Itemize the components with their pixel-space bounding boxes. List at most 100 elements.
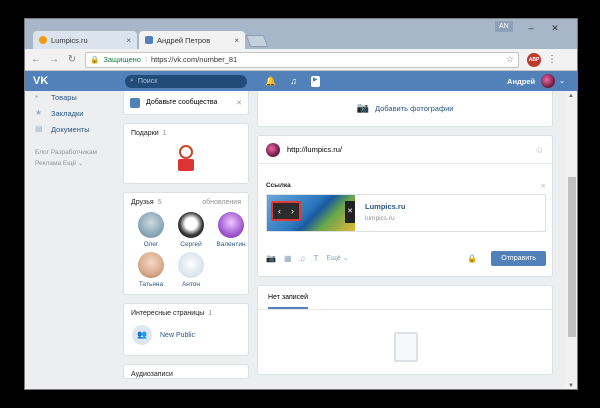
friend-item[interactable]: Валентин: [212, 212, 250, 248]
music-icon[interactable]: ♫: [290, 76, 297, 87]
reload-icon[interactable]: ↻: [65, 54, 79, 65]
url-text: https://vk.com/number_81: [150, 55, 238, 64]
wall-posts-card: Нет записей: [257, 285, 553, 375]
close-icon[interactable]: ✕: [541, 182, 546, 190]
friends-title[interactable]: Друзья 5 обновления: [124, 193, 248, 206]
tab-strip: Lumpics.ru × Андрей Петров × AN – ✕: [25, 19, 577, 49]
secure-label: Защищено: [103, 55, 141, 64]
gifts-count: 1: [162, 130, 167, 137]
text-icon[interactable]: T: [314, 254, 319, 263]
forward-arrow-icon[interactable]: →: [47, 54, 61, 65]
post-text[interactable]: http://lumpics.ru/: [287, 145, 342, 154]
header-icons: 🔔 ♫ ▶: [265, 75, 320, 87]
back-arrow-icon[interactable]: ←: [29, 54, 43, 65]
vk-header: VK ⌕ Поиск 🔔 ♫ ▶ Андрей ⌄: [25, 71, 577, 91]
vk-favicon-icon: [145, 36, 153, 44]
remove-image-icon[interactable]: ✕: [345, 201, 355, 223]
add-photos-card[interactable]: 📷 Добавить фотографии: [257, 91, 553, 127]
wall-column: 📷 Добавить фотографии http://lumpics.ru/…: [257, 91, 553, 383]
smile-icon[interactable]: ☺: [535, 145, 544, 155]
tab-vk-profile[interactable]: Андрей Петров ×: [139, 31, 245, 49]
people-icon: 👥: [132, 325, 152, 345]
link-attachment: Ссылка ✕ ‹ › ✕ Lumpics.ru lumpics.ru: [266, 182, 546, 232]
video-icon[interactable]: ▦: [284, 254, 292, 263]
tab-label: Андрей Петров: [157, 35, 211, 45]
footer-link-row[interactable]: Реклама Ещё ⌄: [35, 158, 123, 169]
close-tab-icon[interactable]: ×: [234, 36, 239, 45]
link-site-title[interactable]: Lumpics.ru: [365, 202, 405, 211]
add-photos-label: Добавить фотографии: [374, 104, 454, 113]
friend-item[interactable]: Антон: [172, 252, 210, 288]
chevron-right-icon[interactable]: ›: [291, 206, 294, 216]
close-icon[interactable]: ✕: [236, 99, 242, 107]
gifts-title[interactable]: Подарки 1: [124, 124, 248, 137]
user-menu[interactable]: Андрей ⌄: [507, 74, 565, 88]
pages-count: 1: [208, 310, 213, 317]
pages-title[interactable]: Интересные страницы 1: [124, 304, 248, 317]
friends-title-text: Друзья: [131, 199, 154, 206]
url-input[interactable]: 🔒 Защищено | https://vk.com/number_81 ☆: [85, 51, 519, 68]
public-name: New Public: [160, 331, 196, 339]
browser-window: Lumpics.ru × Андрей Петров × AN – ✕ ← → …: [24, 18, 578, 390]
footer-link-row[interactable]: Блог Разработчикам: [35, 147, 123, 158]
friends-updates-link[interactable]: обновления: [202, 199, 241, 206]
lock-icon[interactable]: 🔒: [467, 254, 477, 263]
friends-count: 5: [157, 199, 162, 206]
send-button[interactable]: Отправить: [491, 250, 546, 266]
add-communities-card[interactable]: Добавьте сообщества ✕: [123, 91, 249, 115]
vk-logo[interactable]: VK: [33, 75, 55, 87]
sidebar-item-bookmarks[interactable]: ★ Закладки: [35, 105, 123, 121]
friend-avatar: [178, 252, 204, 278]
minimize-icon[interactable]: –: [519, 21, 543, 35]
sidebar-item-documents[interactable]: ▤ Документы: [35, 121, 123, 137]
chevron-left-icon[interactable]: ‹: [278, 206, 281, 216]
tab-lumpics[interactable]: Lumpics.ru ×: [33, 31, 137, 49]
more-menu[interactable]: Ещё ⌄: [326, 254, 348, 262]
public-item[interactable]: 👥 New Public: [124, 317, 248, 355]
sidebar-item-label: Документы: [51, 124, 90, 134]
new-tab-button[interactable]: [245, 35, 269, 47]
menu-dots-icon[interactable]: ⋮: [547, 54, 557, 65]
friend-item[interactable]: Сергей: [172, 212, 210, 248]
empty-posts-icon: [394, 332, 418, 362]
gifts-title-text: Подарки: [131, 130, 159, 137]
friend-avatar: [138, 252, 164, 278]
scrollbar[interactable]: ▲ ▼: [565, 91, 577, 389]
widgets-column: Добавьте сообщества ✕ Подарки 1 Друзья 5…: [123, 91, 249, 387]
lock-icon: 🔒: [90, 55, 100, 64]
post-composer: http://lumpics.ru/ ☺ Ссылка ✕ ‹ › ✕ Lump…: [257, 135, 553, 277]
friend-name: Олег: [143, 241, 159, 248]
play-icon[interactable]: ▶: [310, 75, 320, 87]
music-icon[interactable]: ♫: [300, 254, 306, 263]
photo-icon[interactable]: 📷: [266, 254, 276, 263]
star-icon: ★: [35, 108, 43, 117]
bell-icon[interactable]: 🔔: [265, 76, 276, 87]
tab-label: Lumpics.ru: [51, 35, 88, 45]
friend-item[interactable]: Олег: [132, 212, 170, 248]
link-title: Ссылка ✕: [266, 182, 546, 190]
search-placeholder: Поиск: [137, 77, 158, 85]
wall-tabs: Нет записей: [258, 286, 552, 310]
post-input-row[interactable]: http://lumpics.ru/ ☺: [258, 136, 552, 164]
link-label: Ссылка: [266, 182, 291, 189]
sidebar-item-goods[interactable]: ▪ Товары: [35, 91, 123, 105]
avatar: [541, 74, 556, 88]
close-tab-icon[interactable]: ×: [126, 36, 131, 45]
search-input[interactable]: ⌕ Поиск: [125, 74, 247, 88]
friend-avatar: [138, 212, 164, 238]
scroll-up-icon[interactable]: ▲: [568, 93, 574, 99]
close-window-icon[interactable]: ✕: [543, 21, 567, 35]
divider: |: [144, 55, 147, 64]
friend-item[interactable]: Татьяна: [132, 252, 170, 288]
image-switch-arrows[interactable]: ‹ ›: [271, 201, 301, 221]
scrollbar-thumb[interactable]: [568, 177, 576, 337]
tab-no-posts[interactable]: Нет записей: [268, 294, 308, 309]
sidebar-item-label: Товары: [51, 92, 77, 102]
bookmark-star-icon[interactable]: ☆: [506, 54, 514, 65]
footer-links: Блог Разработчикам Реклама Ещё ⌄: [35, 147, 123, 169]
audio-title[interactable]: Аудиозаписи: [124, 365, 248, 378]
extension-icon[interactable]: ABP: [527, 52, 541, 67]
link-url: lumpics.ru: [365, 215, 395, 222]
scroll-down-icon[interactable]: ▼: [568, 383, 574, 389]
gift-image[interactable]: [175, 145, 197, 173]
